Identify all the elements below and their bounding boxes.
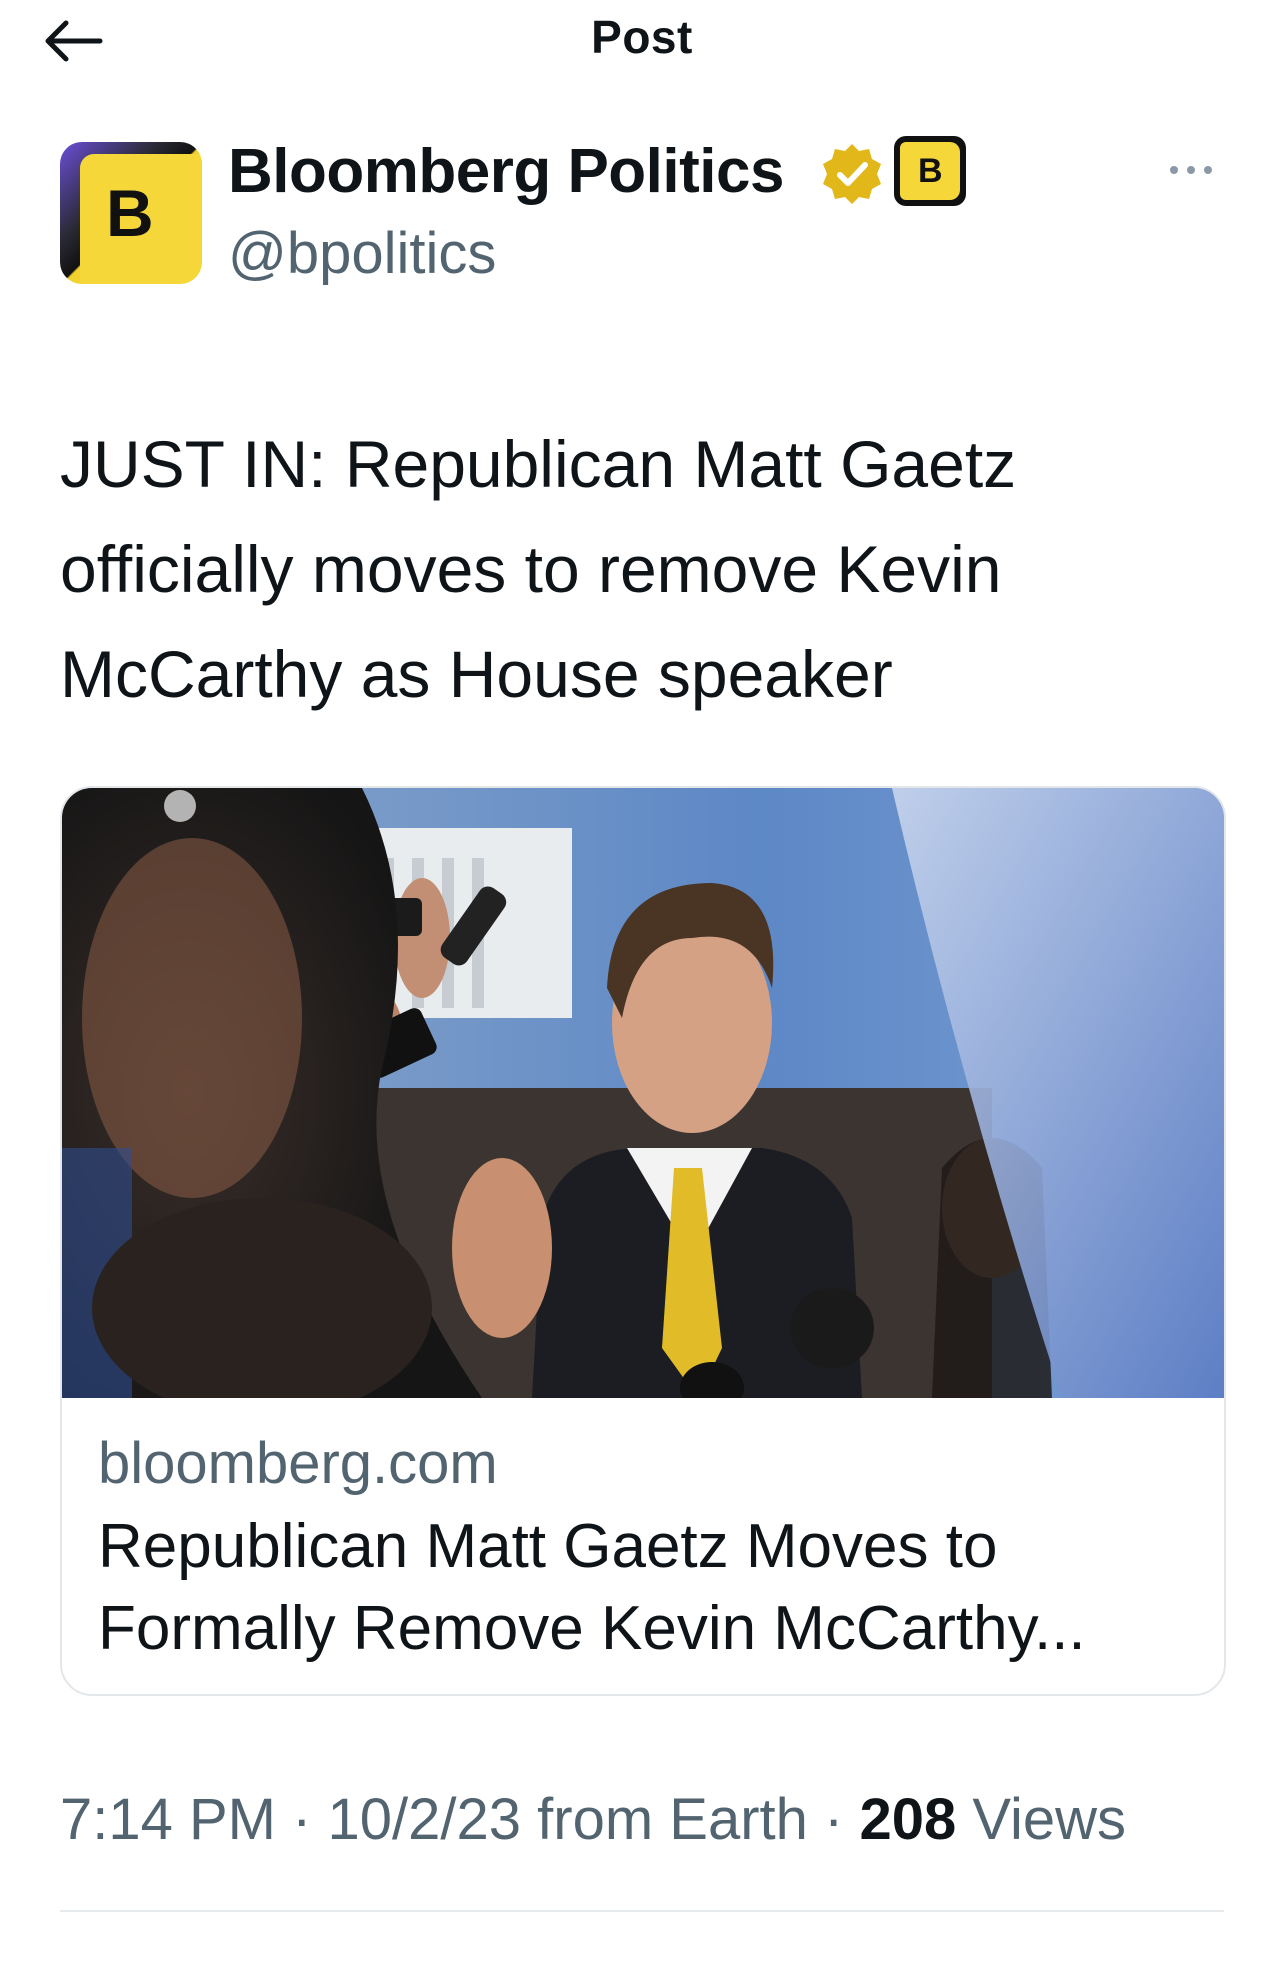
article-photo xyxy=(62,788,1224,1398)
post-metadata: 7:14 PM · 10/2/23 from Earth · 208 Views xyxy=(60,1786,1126,1853)
affiliate-letter: B xyxy=(918,152,943,190)
affiliate-badge[interactable]: B xyxy=(894,136,966,206)
post-time: 7:14 PM xyxy=(60,1787,276,1852)
top-bar: Post xyxy=(0,0,1284,80)
views-count[interactable]: 208 xyxy=(859,1787,956,1852)
meta-separator: · xyxy=(807,1787,860,1852)
author-name[interactable]: Bloomberg Politics xyxy=(228,136,784,207)
post-date: 10/2/23 xyxy=(327,1787,522,1852)
page-title: Post xyxy=(591,11,693,63)
views-label: Views xyxy=(956,1787,1127,1852)
link-preview-card[interactable]: bloomberg.com Republican Matt Gaetz Move… xyxy=(60,786,1226,1696)
avatar-letter: B xyxy=(106,176,154,250)
card-domain: bloomberg.com xyxy=(98,1431,498,1496)
divider xyxy=(60,1910,1224,1912)
verified-badge-icon[interactable] xyxy=(818,140,886,208)
affiliate-badge-logo: B xyxy=(900,142,960,200)
meta-separator: · xyxy=(276,1787,328,1852)
avatar[interactable]: B xyxy=(60,142,202,284)
more-options-icon[interactable] xyxy=(1168,160,1214,180)
post-text: JUST IN: Republican Matt Gaetz officiall… xyxy=(60,427,1017,711)
post-source: from Earth xyxy=(521,1787,808,1852)
card-title: Republican Matt Gaetz Moves to Formally … xyxy=(98,1512,1086,1663)
author-handle[interactable]: @bpolitics xyxy=(228,220,496,287)
